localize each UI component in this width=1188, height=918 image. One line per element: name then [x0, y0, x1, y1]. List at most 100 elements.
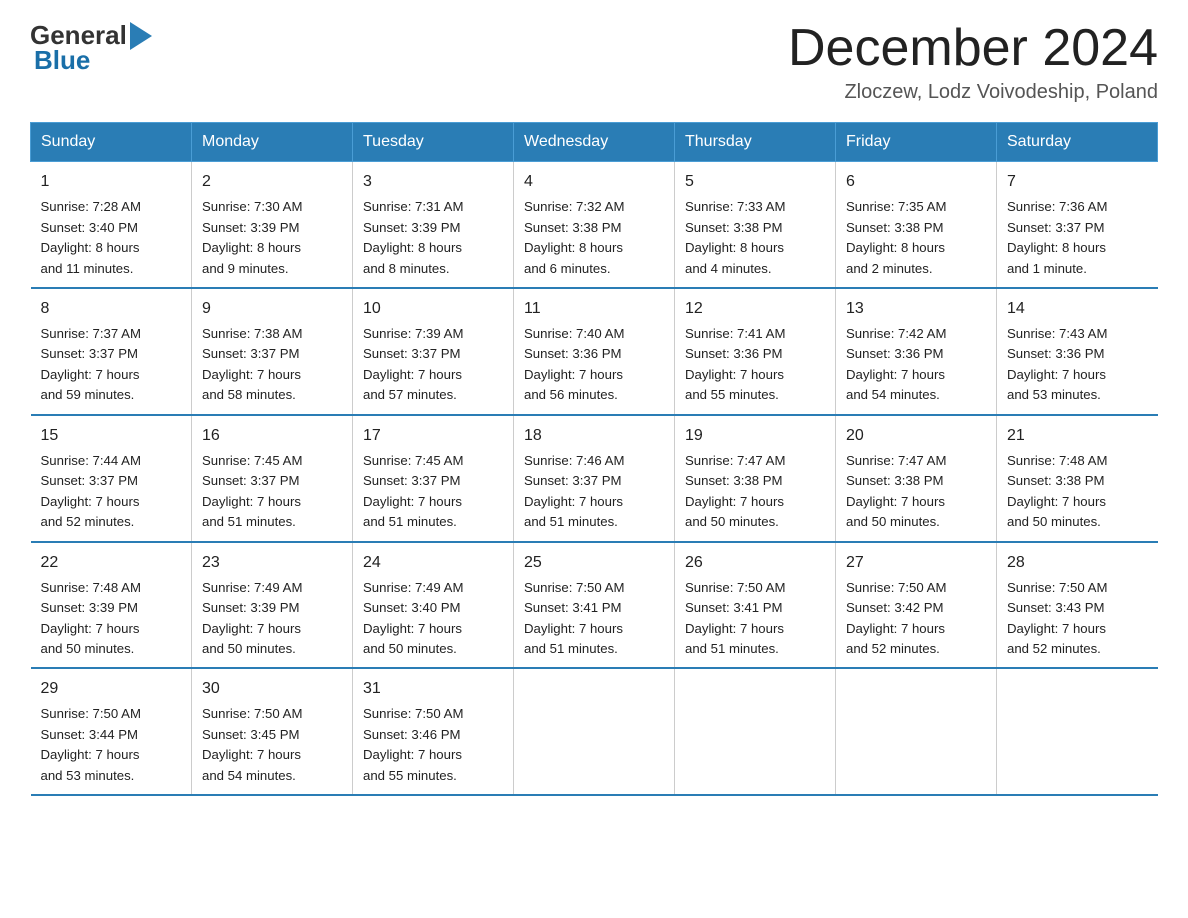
col-tuesday: Tuesday: [353, 123, 514, 162]
day-cell: [675, 668, 836, 795]
week-row-4: 22Sunrise: 7:48 AM Sunset: 3:39 PM Dayli…: [31, 542, 1158, 669]
calendar-header: Sunday Monday Tuesday Wednesday Thursday…: [31, 123, 1158, 162]
day-number: 3: [363, 170, 503, 194]
day-number: 9: [202, 297, 342, 321]
week-row-2: 8Sunrise: 7:37 AM Sunset: 3:37 PM Daylig…: [31, 288, 1158, 415]
day-number: 16: [202, 424, 342, 448]
day-number: 30: [202, 677, 342, 701]
day-number: 8: [41, 297, 182, 321]
day-info: Sunrise: 7:45 AM Sunset: 3:37 PM Dayligh…: [202, 451, 342, 533]
day-info: Sunrise: 7:50 AM Sunset: 3:45 PM Dayligh…: [202, 704, 342, 786]
day-cell: 20 Sunrise: 7:47 AM Sunset: 3:38 PM Dayli…: [836, 415, 997, 542]
day-info: Sunrise: 7:50 AM Sunset: 3:43 PM Dayligh…: [1007, 578, 1148, 660]
day-cell: 25 Sunrise: 7:50 AM Sunset: 3:41 PM Dayli…: [514, 542, 675, 669]
logo-blue-text: Blue: [34, 45, 152, 76]
col-sunday: Sunday: [31, 123, 192, 162]
day-number: 14: [1007, 297, 1148, 321]
day-number: 17: [363, 424, 503, 448]
day-cell: 17 Sunrise: 7:45 AM Sunset: 3:37 PM Dayli…: [353, 415, 514, 542]
day-cell: [514, 668, 675, 795]
day-number: 28: [1007, 551, 1148, 575]
page-header: General Blue December 2024 Zloczew, Lodz…: [30, 20, 1158, 104]
day-cell: 23Sunrise: 7:49 AM Sunset: 3:39 PM Dayli…: [192, 542, 353, 669]
day-number: 20: [846, 424, 986, 448]
col-saturday: Saturday: [997, 123, 1158, 162]
day-info: Sunrise: 7:28 AM Sunset: 3:40 PM Dayligh…: [41, 197, 182, 279]
logo: General Blue: [30, 20, 152, 76]
day-cell: 3 Sunrise: 7:31 AM Sunset: 3:39 PM Daylig…: [353, 162, 514, 288]
day-number: 12: [685, 297, 825, 321]
day-info: Sunrise: 7:50 AM Sunset: 3:41 PM Dayligh…: [685, 578, 825, 660]
day-cell: 19Sunrise: 7:47 AM Sunset: 3:38 PM Dayli…: [675, 415, 836, 542]
day-number: 4: [524, 170, 664, 194]
day-cell: 6Sunrise: 7:35 AM Sunset: 3:38 PM Daylig…: [836, 162, 997, 288]
day-number: 7: [1007, 170, 1148, 194]
day-info: Sunrise: 7:45 AM Sunset: 3:37 PM Dayligh…: [363, 451, 503, 533]
header-row: Sunday Monday Tuesday Wednesday Thursday…: [31, 123, 1158, 162]
day-info: Sunrise: 7:47 AM Sunset: 3:38 PM Dayligh…: [685, 451, 825, 533]
day-info: Sunrise: 7:32 AM Sunset: 3:38 PM Dayligh…: [524, 197, 664, 279]
day-number: 26: [685, 551, 825, 575]
day-info: Sunrise: 7:47 AM Sunset: 3:38 PM Dayligh…: [846, 451, 986, 533]
day-number: 1: [41, 170, 182, 194]
day-number: 15: [41, 424, 182, 448]
col-wednesday: Wednesday: [514, 123, 675, 162]
day-info: Sunrise: 7:40 AM Sunset: 3:36 PM Dayligh…: [524, 324, 664, 406]
day-info: Sunrise: 7:49 AM Sunset: 3:39 PM Dayligh…: [202, 578, 342, 660]
day-number: 2: [202, 170, 342, 194]
day-cell: 14 Sunrise: 7:43 AM Sunset: 3:36 PM Dayli…: [997, 288, 1158, 415]
day-number: 11: [524, 297, 664, 321]
day-number: 6: [846, 170, 986, 194]
day-cell: 2 Sunrise: 7:30 AM Sunset: 3:39 PM Daylig…: [192, 162, 353, 288]
day-number: 29: [41, 677, 182, 701]
day-cell: 27Sunrise: 7:50 AM Sunset: 3:42 PM Dayli…: [836, 542, 997, 669]
col-thursday: Thursday: [675, 123, 836, 162]
day-info: Sunrise: 7:50 AM Sunset: 3:44 PM Dayligh…: [41, 704, 182, 786]
week-row-1: 1 Sunrise: 7:28 AM Sunset: 3:40 PM Daylig…: [31, 162, 1158, 288]
day-info: Sunrise: 7:50 AM Sunset: 3:46 PM Dayligh…: [363, 704, 503, 786]
day-cell: 26 Sunrise: 7:50 AM Sunset: 3:41 PM Dayli…: [675, 542, 836, 669]
day-info: Sunrise: 7:33 AM Sunset: 3:38 PM Dayligh…: [685, 197, 825, 279]
calendar-table: Sunday Monday Tuesday Wednesday Thursday…: [30, 122, 1158, 796]
day-cell: 21Sunrise: 7:48 AM Sunset: 3:38 PM Dayli…: [997, 415, 1158, 542]
day-cell: 30 Sunrise: 7:50 AM Sunset: 3:45 PM Dayli…: [192, 668, 353, 795]
day-cell: 5Sunrise: 7:33 AM Sunset: 3:38 PM Daylig…: [675, 162, 836, 288]
day-cell: 18Sunrise: 7:46 AM Sunset: 3:37 PM Dayli…: [514, 415, 675, 542]
day-info: Sunrise: 7:50 AM Sunset: 3:41 PM Dayligh…: [524, 578, 664, 660]
location-subtitle: Zloczew, Lodz Voivodeship, Poland: [788, 81, 1158, 104]
col-monday: Monday: [192, 123, 353, 162]
day-cell: 22Sunrise: 7:48 AM Sunset: 3:39 PM Dayli…: [31, 542, 192, 669]
day-cell: [836, 668, 997, 795]
day-number: 25: [524, 551, 664, 575]
day-cell: 24 Sunrise: 7:49 AM Sunset: 3:40 PM Dayli…: [353, 542, 514, 669]
title-section: December 2024 Zloczew, Lodz Voivodeship,…: [788, 20, 1158, 104]
day-cell: 7 Sunrise: 7:36 AM Sunset: 3:37 PM Daylig…: [997, 162, 1158, 288]
day-info: Sunrise: 7:41 AM Sunset: 3:36 PM Dayligh…: [685, 324, 825, 406]
day-info: Sunrise: 7:36 AM Sunset: 3:37 PM Dayligh…: [1007, 197, 1148, 279]
day-info: Sunrise: 7:50 AM Sunset: 3:42 PM Dayligh…: [846, 578, 986, 660]
day-info: Sunrise: 7:48 AM Sunset: 3:38 PM Dayligh…: [1007, 451, 1148, 533]
day-info: Sunrise: 7:42 AM Sunset: 3:36 PM Dayligh…: [846, 324, 986, 406]
day-number: 24: [363, 551, 503, 575]
day-info: Sunrise: 7:38 AM Sunset: 3:37 PM Dayligh…: [202, 324, 342, 406]
day-info: Sunrise: 7:44 AM Sunset: 3:37 PM Dayligh…: [41, 451, 182, 533]
day-number: 10: [363, 297, 503, 321]
day-cell: 13 Sunrise: 7:42 AM Sunset: 3:36 PM Dayli…: [836, 288, 997, 415]
day-info: Sunrise: 7:46 AM Sunset: 3:37 PM Dayligh…: [524, 451, 664, 533]
day-cell: 11 Sunrise: 7:40 AM Sunset: 3:36 PM Dayli…: [514, 288, 675, 415]
day-info: Sunrise: 7:30 AM Sunset: 3:39 PM Dayligh…: [202, 197, 342, 279]
day-number: 31: [363, 677, 503, 701]
day-cell: 16 Sunrise: 7:45 AM Sunset: 3:37 PM Dayli…: [192, 415, 353, 542]
col-friday: Friday: [836, 123, 997, 162]
day-info: Sunrise: 7:31 AM Sunset: 3:39 PM Dayligh…: [363, 197, 503, 279]
calendar-body: 1 Sunrise: 7:28 AM Sunset: 3:40 PM Daylig…: [31, 162, 1158, 796]
month-title: December 2024: [788, 20, 1158, 77]
day-cell: 8Sunrise: 7:37 AM Sunset: 3:37 PM Daylig…: [31, 288, 192, 415]
day-cell: [997, 668, 1158, 795]
day-info: Sunrise: 7:43 AM Sunset: 3:36 PM Dayligh…: [1007, 324, 1148, 406]
day-cell: 10Sunrise: 7:39 AM Sunset: 3:37 PM Dayli…: [353, 288, 514, 415]
day-cell: 15 Sunrise: 7:44 AM Sunset: 3:37 PM Dayli…: [31, 415, 192, 542]
day-info: Sunrise: 7:48 AM Sunset: 3:39 PM Dayligh…: [41, 578, 182, 660]
day-number: 13: [846, 297, 986, 321]
day-info: Sunrise: 7:49 AM Sunset: 3:40 PM Dayligh…: [363, 578, 503, 660]
